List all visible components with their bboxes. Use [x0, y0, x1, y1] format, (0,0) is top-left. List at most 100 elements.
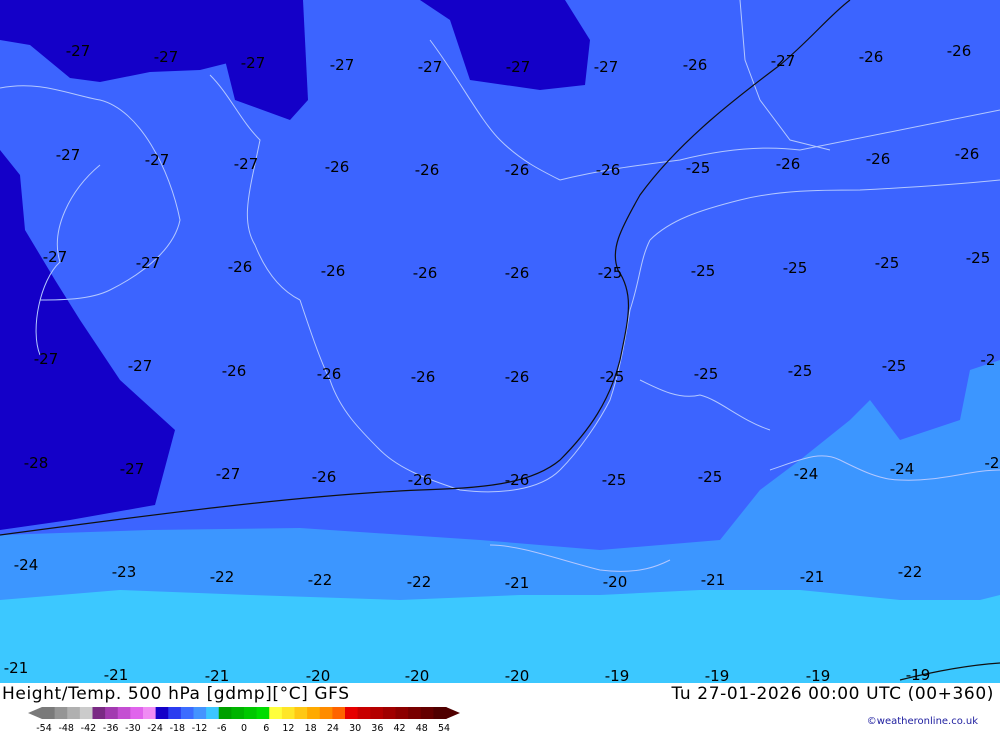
scale-tick-label: 18 [305, 723, 317, 734]
temperature-label: -21 [205, 667, 230, 683]
temperature-label: -26 [859, 48, 884, 66]
temperature-label: -27 [771, 52, 796, 70]
scale-swatch [117, 707, 131, 719]
temperature-label: -21 [4, 659, 29, 677]
scale-tick-label: 0 [241, 723, 247, 734]
scale-tick-label: 12 [282, 723, 294, 734]
scale-tick-label: -6 [217, 723, 226, 734]
temperature-label: -25 [788, 362, 813, 380]
scale-swatch [408, 707, 422, 719]
scale-tick-label: 36 [371, 723, 383, 734]
scale-tick-label: -24 [147, 723, 163, 734]
temperature-label: -19 [605, 667, 630, 683]
scale-swatch [180, 707, 194, 719]
temperature-label: -26 [411, 368, 436, 386]
scale-tick-label: 42 [394, 723, 406, 734]
scale-tick-label: -18 [170, 723, 186, 734]
temperature-label: -25 [698, 468, 723, 486]
temperature-label: -27 [145, 151, 170, 169]
scale-swatch [395, 707, 409, 719]
scale-swatch [155, 707, 169, 719]
temperature-label: -21 [701, 571, 726, 589]
temp-band-minus21-to-minus18 [0, 590, 1000, 683]
temperature-label: -27 [56, 146, 81, 164]
temperature-label: -27 [128, 357, 153, 375]
scale-tick-label: 48 [416, 723, 428, 734]
temperature-label: -26 [222, 362, 247, 380]
scale-tick-label: -36 [103, 723, 119, 734]
temperature-label: -25 [875, 254, 900, 272]
scale-swatch [281, 707, 295, 719]
temperature-label: -27 [241, 54, 266, 72]
scale-swatch [54, 707, 68, 719]
weather-map: -27 -27 -27 -27 -27 -27 -27 -26 -27 -26 -26 -27 -27 -… [0, 0, 1000, 683]
scale-swatch [67, 707, 81, 719]
temperature-label: -22 [210, 568, 235, 586]
scale-tick-label: 6 [263, 723, 269, 734]
scale-swatch [244, 707, 258, 719]
scale-tick-label: 30 [349, 723, 361, 734]
temperature-label: -25 [686, 159, 711, 177]
temperature-label: -28 [24, 454, 49, 472]
temperature-label: -27 [154, 48, 179, 66]
temperature-label: -26 [415, 161, 440, 179]
temperature-label: -22 [898, 563, 923, 581]
temperature-label: -27 [234, 155, 259, 173]
temperature-label: -20 [405, 667, 430, 683]
temperature-label: -26 [325, 158, 350, 176]
temperature-label: -2 [985, 454, 1000, 472]
scale-tick-label: -12 [192, 723, 208, 734]
scale-swatch [105, 707, 119, 719]
temperature-label: -25 [602, 471, 627, 489]
scale-swatch [345, 707, 359, 719]
scale-tick-label: 24 [327, 723, 339, 734]
temperature-label: -23 [112, 563, 137, 581]
temperature-label: -19 [806, 667, 831, 683]
temperature-label: -26 [505, 264, 530, 282]
temperature-label: -27 [330, 56, 355, 74]
temperature-label: -26 [312, 468, 337, 486]
temperature-label: -26 [947, 42, 972, 60]
scale-swatch [433, 707, 447, 719]
temperature-label: -27 [34, 350, 59, 368]
temperature-label: -20 [306, 667, 331, 683]
temperature-label: -25 [600, 368, 625, 386]
temperature-label: -26 [408, 471, 433, 489]
color-scale-swatches [28, 707, 460, 719]
scale-swatch [218, 707, 232, 719]
temperature-label: -26 [505, 471, 530, 489]
color-scale-bar: -54 -48 -42 -36 -30 -24 -18 -12 -6 0 6 12 18 24 30 36 42… [28, 707, 460, 734]
temperature-label: -25 [966, 249, 991, 267]
color-scale-ticks: -54 -48 -42 -36 -30 -24 -18 -12 -6 0 6 12 18 24 30 36 42… [36, 723, 450, 734]
temperature-label: -27 [594, 58, 619, 76]
temperature-label: -26 [596, 161, 621, 179]
temperature-label: -21 [800, 568, 825, 586]
temperature-label: -21 [505, 574, 530, 592]
temperature-label: -20 [603, 573, 628, 591]
temperature-label: -27 [216, 465, 241, 483]
scale-swatch [269, 707, 283, 719]
temperature-label: -26 [228, 258, 253, 276]
scale-swatch [168, 707, 182, 719]
temperature-label: -24 [14, 556, 39, 574]
temperature-label: -24 [794, 465, 819, 483]
scale-tick-label: -30 [125, 723, 141, 734]
temperature-label: -26 [955, 145, 980, 163]
scale-tick-label: -48 [58, 723, 74, 734]
temperature-label: -26 [505, 368, 530, 386]
temperature-label: -24 [890, 460, 915, 478]
temperature-label: -21 [104, 666, 129, 683]
temperature-label: -25 [694, 365, 719, 383]
temperature-label: -25 [783, 259, 808, 277]
scale-swatch [307, 707, 321, 719]
temperature-label: -22 [308, 571, 333, 589]
map-timestamp: Tu 27-01-2026 00:00 UTC (00+360) [671, 684, 994, 704]
temperature-label: -25 [691, 262, 716, 280]
credit-text: ©weatheronline.co.uk [866, 716, 978, 727]
scale-swatch [206, 707, 220, 719]
scale-swatch [130, 707, 144, 719]
map-title: Height/Temp. 500 hPa [gdmp][°C] GFS [2, 684, 350, 704]
temperature-label: -22 [407, 573, 432, 591]
temperature-label: -2 [981, 351, 996, 369]
temperature-label: -27 [136, 254, 161, 272]
